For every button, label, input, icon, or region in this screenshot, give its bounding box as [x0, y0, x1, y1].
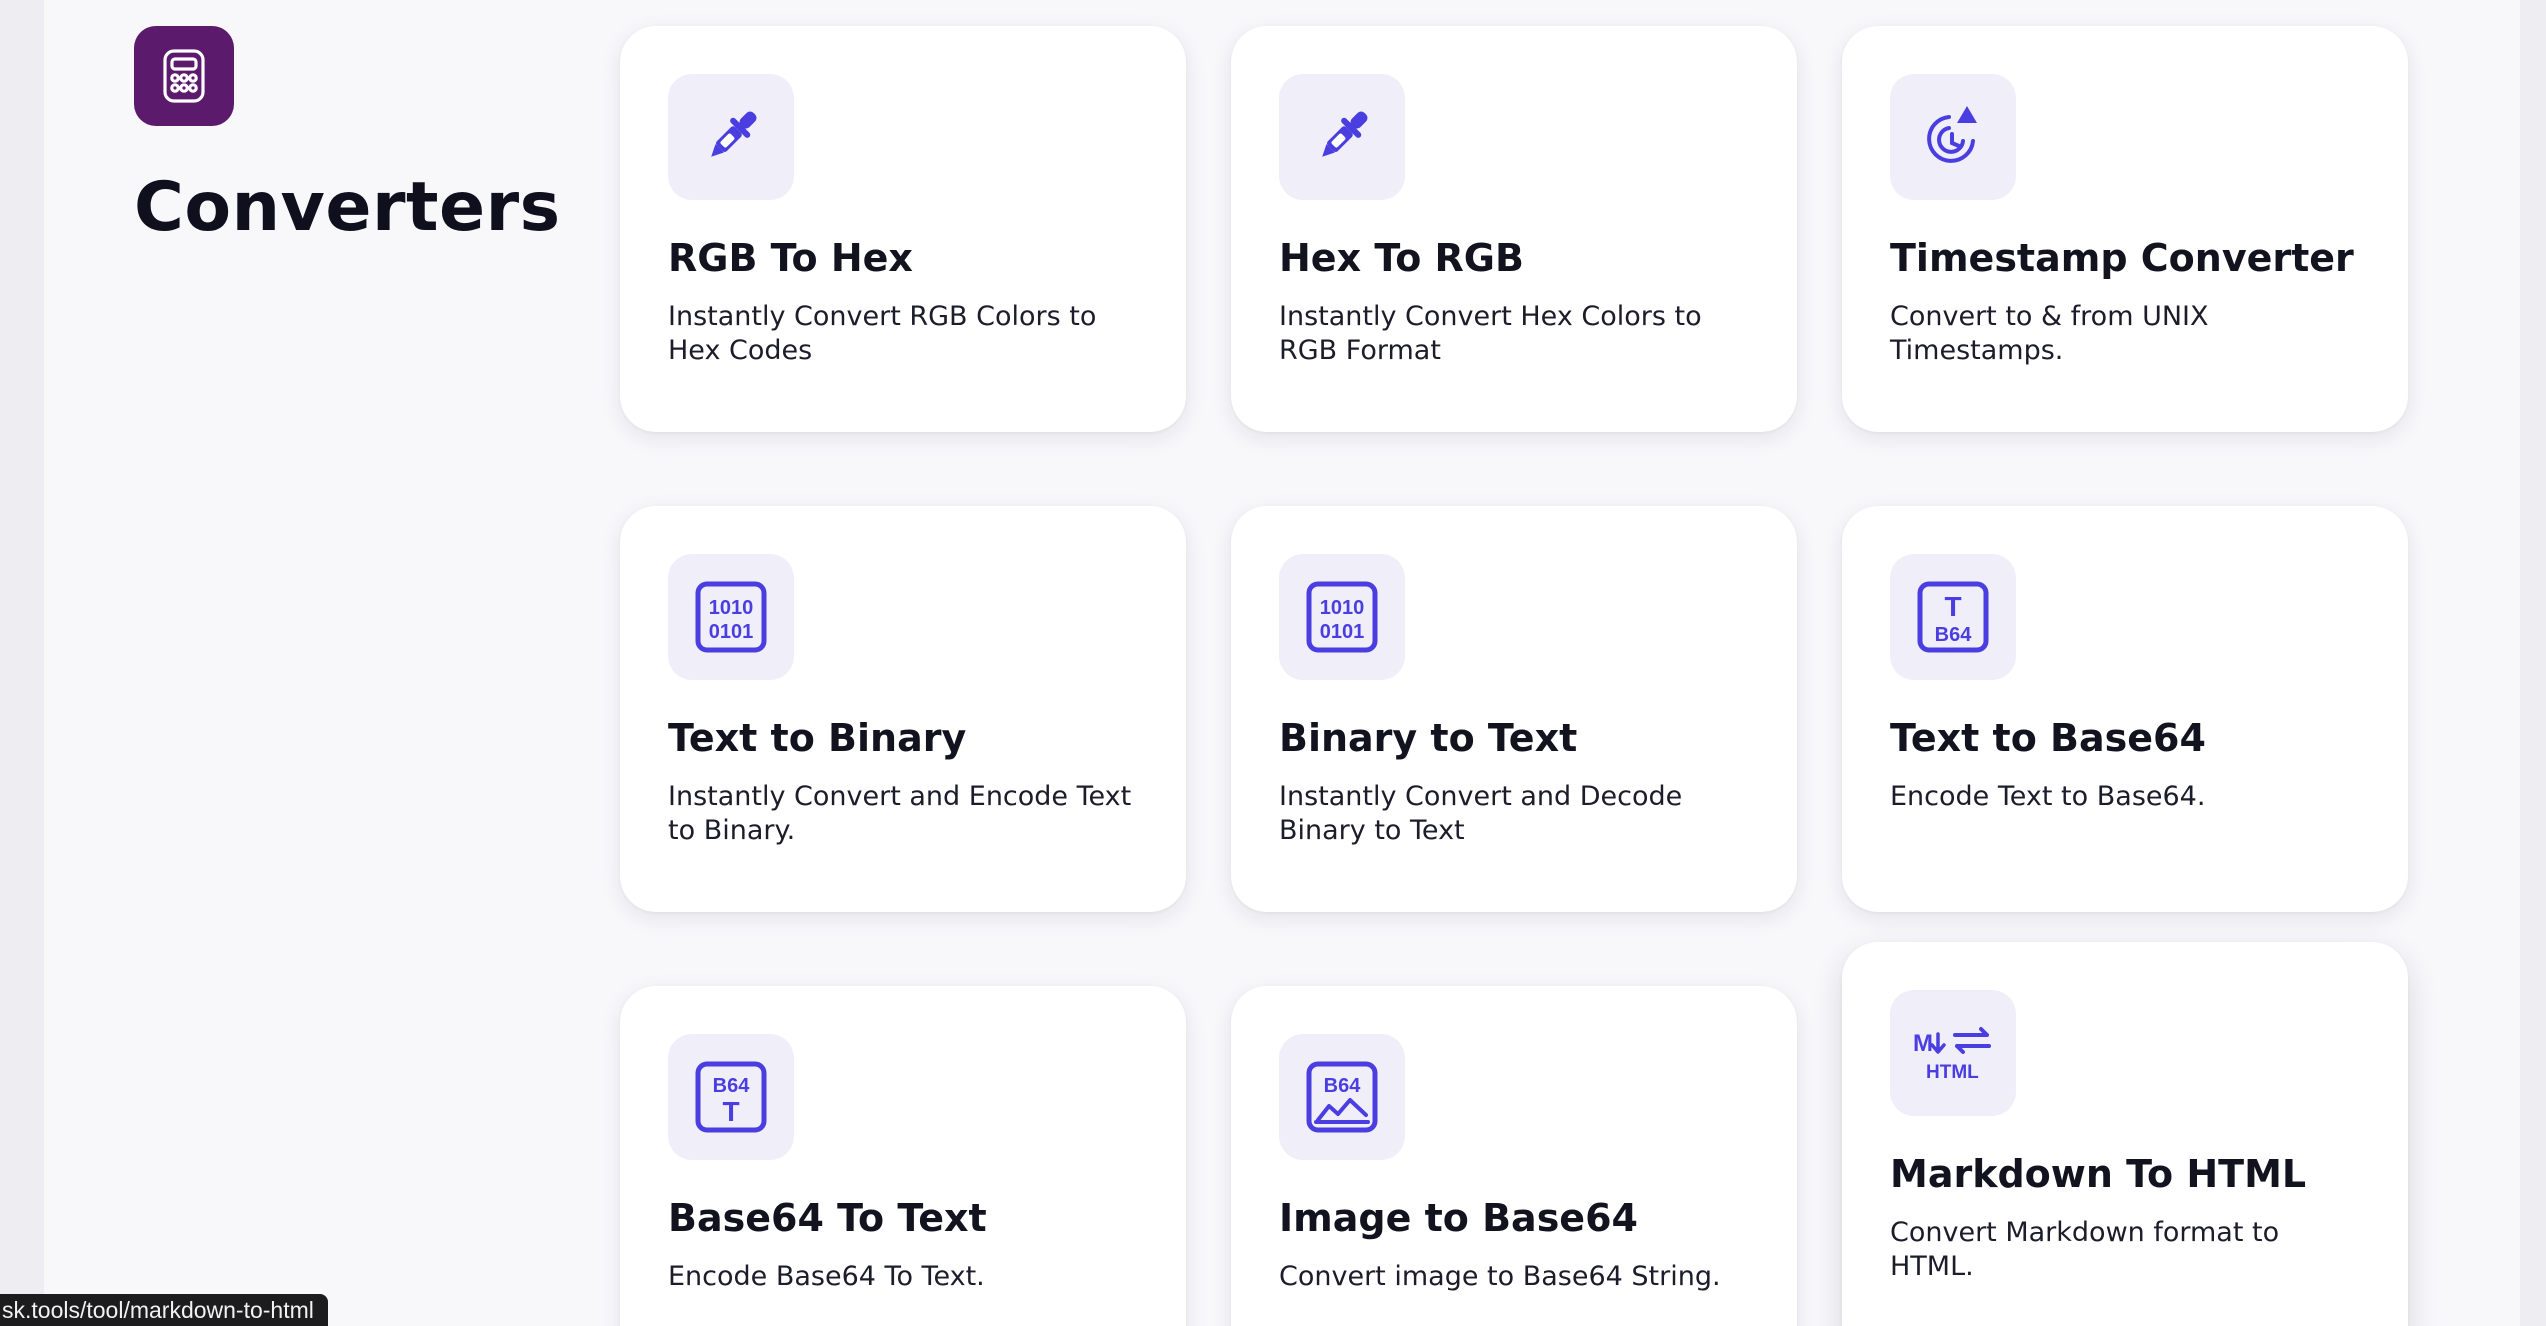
eyedropper-icon	[711, 111, 757, 157]
icon-text-top: M	[1913, 1030, 1933, 1057]
card-description: Convert Markdown format to HTML.	[1890, 1217, 2280, 1282]
tool-card-hex-to-rgb[interactable]: Hex To RGB Instantly Convert Hex Colors …	[1231, 26, 1797, 432]
card-icon-box: B64	[1279, 1034, 1405, 1160]
card-icon-box	[1279, 74, 1405, 200]
card-description: Instantly Convert RGB Colors to Hex Code…	[668, 301, 1097, 366]
binary-icon: 1010 0101	[1306, 581, 1378, 653]
tool-card-image-to-base64[interactable]: B64 Image to Base64 Convert image to Bas…	[1231, 986, 1797, 1326]
tool-card-rgb-to-hex[interactable]: RGB To Hex Instantly Convert RGB Colors …	[620, 26, 1186, 432]
icon-text-top: 1010	[709, 597, 754, 619]
eyedropper-icon	[1322, 111, 1368, 157]
calculator-icon	[163, 49, 205, 103]
markdown-icon: M HTML	[1913, 1027, 1991, 1083]
tool-card-binary-to-text[interactable]: 1010 0101 Binary to Text Instantly Conve…	[1231, 506, 1797, 912]
icon-text-top: 1010	[1320, 597, 1365, 619]
card-icon-box: 1010 0101	[668, 554, 794, 680]
card-description: Instantly Convert and Encode Text to Bin…	[668, 781, 1132, 846]
image-base64-icon: B64	[1306, 1061, 1378, 1133]
icon-text-top: B64	[1324, 1075, 1362, 1097]
card-title: RGB To Hex	[668, 236, 913, 280]
binary-icon: 1010 0101	[695, 581, 767, 653]
card-icon-box: B64 T	[668, 1034, 794, 1160]
clock-icon	[1927, 106, 1977, 163]
tool-card-text-to-binary[interactable]: 1010 0101 Text to Binary Instantly Conve…	[620, 506, 1186, 912]
card-title: Base64 To Text	[668, 1196, 987, 1240]
tool-card-base64-to-text[interactable]: B64 T Base64 To Text Encode Base64 To Te…	[620, 986, 1186, 1326]
text-to-base64-icon: T B64	[1917, 581, 1989, 653]
card-icon-box: M HTML	[1890, 990, 2016, 1116]
card-title: Text to Binary	[668, 716, 967, 760]
page: Converters RGB To Hex Instantly Convert …	[44, 0, 2520, 1326]
card-title: Timestamp Converter	[1890, 236, 2354, 280]
base64-to-text-icon: B64 T	[695, 1061, 767, 1133]
card-title: Text to Base64	[1890, 716, 2206, 760]
icon-text-bottom: B64	[1935, 624, 1973, 646]
card-description: Convert image to Base64 String.	[1279, 1261, 1721, 1292]
card-description: Encode Base64 To Text.	[668, 1261, 985, 1292]
card-icon-box: 1010 0101	[1279, 554, 1405, 680]
card-icon-box	[668, 74, 794, 200]
card-title: Image to Base64	[1279, 1196, 1638, 1240]
icon-text-bottom: T	[722, 1096, 739, 1127]
tool-card-text-to-base64[interactable]: T B64 Text to Base64 Encode Text to Base…	[1842, 506, 2408, 912]
card-description: Instantly Convert and Decode Binary to T…	[1279, 781, 1683, 846]
card-title: Hex To RGB	[1279, 236, 1524, 280]
status-bar-url: sk.tools/tool/markdown-to-html	[0, 1294, 328, 1326]
card-description: Instantly Convert Hex Colors to RGB Form…	[1279, 301, 1702, 366]
page-title: Converters	[134, 168, 561, 247]
tool-card-timestamp-converter[interactable]: Timestamp Converter Convert to & from UN…	[1842, 26, 2408, 432]
icon-text-bottom: 0101	[1320, 621, 1365, 643]
icon-text-top: T	[1944, 591, 1961, 622]
card-description: Encode Text to Base64.	[1890, 781, 2206, 812]
card-title: Binary to Text	[1279, 716, 1578, 760]
icon-text-top: B64	[713, 1075, 751, 1097]
card-icon-box: T B64	[1890, 554, 2016, 680]
card-title: Markdown To HTML	[1890, 1152, 2307, 1196]
app-logo[interactable]	[134, 26, 234, 126]
card-description: Convert to & from UNIX Timestamps.	[1890, 301, 2209, 366]
tool-card-markdown-to-html[interactable]: M HTML Markdown To HTML Convert Markdown…	[1842, 942, 2408, 1326]
card-icon-box	[1890, 74, 2016, 200]
icon-text-bottom: HTML	[1926, 1062, 1979, 1083]
icon-text-bottom: 0101	[709, 621, 754, 643]
